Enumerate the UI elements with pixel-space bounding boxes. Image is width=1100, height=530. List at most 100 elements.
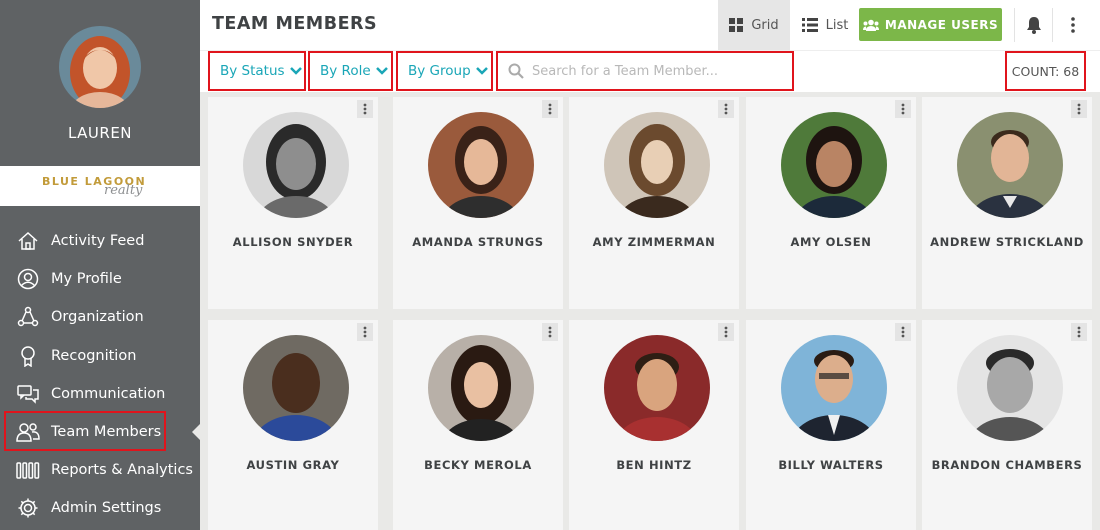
- bell-icon[interactable]: [1024, 15, 1044, 35]
- member-name: AUSTIN GRAY: [246, 458, 340, 472]
- manage-users-button[interactable]: MANAGE USERS: [859, 8, 1002, 41]
- card-menu-icon[interactable]: [1071, 323, 1087, 341]
- card-menu-icon[interactable]: [1071, 100, 1087, 118]
- users-icon: [862, 19, 879, 31]
- sidebar-item-admin-settings[interactable]: Admin Settings: [0, 489, 200, 527]
- member-photo: [957, 112, 1063, 218]
- chat-icon: [16, 382, 40, 406]
- member-photo: [781, 112, 887, 218]
- chevron-down-icon: [375, 67, 388, 75]
- user-icon: [16, 267, 40, 291]
- sidebar-nav: Activity Feed My Profile Organization Re…: [0, 222, 200, 528]
- organization-icon: [16, 305, 40, 329]
- member-photo: [243, 335, 349, 441]
- chevron-down-icon: [289, 67, 302, 75]
- search-box: [496, 51, 794, 91]
- list-view-label: List: [825, 17, 849, 33]
- bars-icon: [16, 458, 40, 482]
- sidebar-item-my-profile[interactable]: My Profile: [0, 260, 200, 298]
- member-card[interactable]: AUSTIN GRAY: [208, 320, 378, 530]
- profile-panel: LAUREN: [0, 0, 200, 166]
- sidebar-item-team-members[interactable]: Team Members: [0, 413, 200, 451]
- member-card[interactable]: BILLY WALTERS: [746, 320, 916, 530]
- member-name: ALLISON SNYDER: [232, 235, 354, 249]
- search-icon: [508, 63, 524, 79]
- sidebar-item-label: Communication: [51, 385, 166, 402]
- home-icon: [16, 229, 40, 253]
- sidebar-item-label: Organization: [51, 309, 144, 326]
- card-menu-icon[interactable]: [895, 323, 911, 341]
- member-photo: [604, 112, 710, 218]
- header-divider: [1052, 8, 1053, 42]
- member-card[interactable]: BRANDON CHAMBERS: [922, 320, 1092, 530]
- member-card[interactable]: BEN HINTZ: [569, 320, 739, 530]
- card-menu-icon[interactable]: [895, 100, 911, 118]
- sidebar-item-organization[interactable]: Organization: [0, 298, 200, 336]
- sidebar-item-activity-feed[interactable]: Activity Feed: [0, 222, 200, 260]
- member-photo: [243, 112, 349, 218]
- member-name: BECKY MEROLA: [424, 458, 532, 472]
- member-photo: [428, 335, 534, 441]
- member-count: COUNT: 68: [1005, 51, 1086, 91]
- member-name: BEN HINTZ: [616, 458, 692, 472]
- status-filter-label: By Status: [220, 63, 285, 79]
- member-name: AMY ZIMMERMAN: [592, 235, 716, 249]
- member-name: ANDREW STRICKLAND: [930, 235, 1084, 249]
- member-name: BRANDON CHAMBERS: [931, 458, 1083, 472]
- card-menu-icon[interactable]: [718, 323, 734, 341]
- user-name: LAUREN: [67, 124, 133, 142]
- role-filter-label: By Role: [320, 63, 371, 79]
- sidebar-item-label: Activity Feed: [51, 233, 145, 250]
- grid-icon: [729, 18, 744, 32]
- card-menu-icon[interactable]: [718, 100, 734, 118]
- header: TEAM MEMBERS Grid List MANAGE USERS: [200, 0, 1100, 50]
- member-photo: [781, 335, 887, 441]
- list-view-button[interactable]: List: [795, 0, 855, 50]
- sidebar-item-communication[interactable]: Communication: [0, 375, 200, 413]
- member-card[interactable]: BECKY MEROLA: [393, 320, 563, 530]
- card-menu-icon[interactable]: [357, 323, 373, 341]
- member-card[interactable]: AMY ZIMMERMAN: [569, 97, 739, 309]
- gear-icon: [16, 496, 40, 520]
- member-card[interactable]: ALLISON SNYDER: [208, 97, 378, 309]
- member-card[interactable]: AMY OLSEN: [746, 97, 916, 309]
- award-icon: [16, 344, 40, 368]
- member-photo: [957, 335, 1063, 441]
- header-divider: [1014, 8, 1015, 42]
- group-filter[interactable]: By Group: [396, 51, 493, 91]
- list-icon: [801, 18, 818, 32]
- sidebar: LAUREN BLUE LAGOON realty Activity Feed …: [0, 0, 200, 530]
- member-photo: [604, 335, 710, 441]
- grid-view-label: Grid: [751, 17, 779, 33]
- status-filter[interactable]: By Status: [208, 51, 306, 91]
- sidebar-item-recognition[interactable]: Recognition: [0, 337, 200, 375]
- member-card[interactable]: AMANDA STRUNGS: [393, 97, 563, 309]
- more-options-icon[interactable]: [1067, 15, 1079, 35]
- member-name: BILLY WALTERS: [778, 458, 884, 472]
- member-name: AMANDA STRUNGS: [412, 235, 544, 249]
- sidebar-item-label: Reports & Analytics: [51, 462, 193, 479]
- search-input[interactable]: [532, 63, 782, 79]
- sidebar-item-label: Admin Settings: [51, 500, 162, 517]
- card-menu-icon[interactable]: [542, 100, 558, 118]
- filter-bar: By Status By Role By Group COUNT: 68: [200, 50, 1100, 92]
- sidebar-item-label: My Profile: [51, 271, 122, 288]
- grid-view-button[interactable]: Grid: [718, 0, 790, 50]
- team-icon: [16, 420, 40, 444]
- group-filter-label: By Group: [408, 63, 471, 79]
- page-title: TEAM MEMBERS: [212, 14, 378, 34]
- card-menu-icon[interactable]: [542, 323, 558, 341]
- member-photo: [428, 112, 534, 218]
- brand-logo: BLUE LAGOON realty: [0, 166, 200, 206]
- card-menu-icon[interactable]: [357, 100, 373, 118]
- avatar[interactable]: [59, 26, 141, 108]
- chevron-down-icon: [475, 67, 488, 75]
- member-card[interactable]: ANDREW STRICKLAND: [922, 97, 1092, 309]
- role-filter[interactable]: By Role: [308, 51, 393, 91]
- manage-users-label: MANAGE USERS: [884, 17, 999, 32]
- app: LAUREN BLUE LAGOON realty Activity Feed …: [0, 0, 1100, 530]
- brand-subtitle: realty: [104, 183, 143, 198]
- sidebar-item-reports-analytics[interactable]: Reports & Analytics: [0, 451, 200, 489]
- sidebar-item-label: Team Members: [51, 424, 162, 441]
- sidebar-item-label: Recognition: [51, 347, 137, 364]
